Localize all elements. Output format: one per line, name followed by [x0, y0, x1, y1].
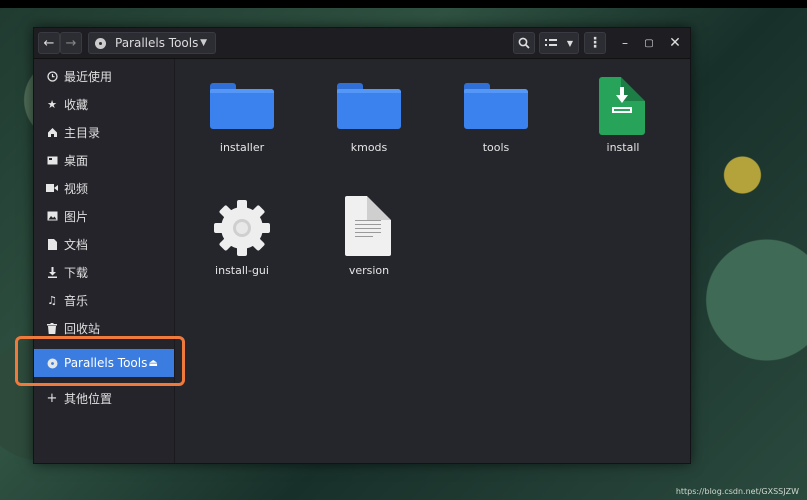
clock-icon — [46, 70, 58, 82]
home-icon — [46, 126, 58, 138]
sidebar-item-pictures[interactable]: 图片 — [34, 202, 174, 230]
file-item-install[interactable]: install — [573, 77, 673, 179]
sidebar-item-videos[interactable]: 视频 — [34, 174, 174, 202]
maximize-icon: ▢ — [644, 37, 654, 49]
sidebar-item-home[interactable]: 主目录 — [34, 118, 174, 146]
search-button[interactable] — [513, 32, 535, 54]
sidebar-item-label: 下载 — [64, 265, 89, 280]
sidebar-item-label: 文档 — [64, 237, 89, 252]
file-item-kmods[interactable]: kmods — [319, 79, 419, 179]
document-icon — [46, 238, 58, 250]
back-arrow-icon: ← — [43, 35, 55, 51]
file-item-tools[interactable]: tools — [446, 79, 546, 179]
sidebar-item-downloads[interactable]: 下载 — [34, 258, 174, 286]
file-item-install-gui[interactable]: install-gui — [192, 200, 292, 304]
file-label: install-gui — [215, 264, 269, 277]
file-label: install — [606, 141, 640, 154]
header-bar: ← → Parallels Tools ▼ ▼ ⋮ – ▢ ✕ — [34, 28, 690, 59]
path-bar-button[interactable]: Parallels Tools ▼ — [88, 32, 216, 54]
file-label: tools — [482, 141, 510, 154]
sidebar-item-label: 最近使用 — [64, 69, 113, 84]
gear-icon — [214, 200, 270, 256]
sidebar-item-desktop[interactable]: 桌面 — [34, 146, 174, 174]
maximize-button[interactable]: ▢ — [640, 32, 658, 54]
folder-icon — [210, 83, 274, 129]
more-vertical-icon: ⋮ — [588, 35, 602, 51]
annotation-highlight-box — [15, 336, 185, 386]
minimize-icon: – — [622, 36, 628, 50]
sidebar-item-label: 其他位置 — [64, 391, 113, 406]
video-icon — [46, 182, 58, 194]
desktop-icon — [46, 154, 58, 166]
close-icon: ✕ — [669, 35, 681, 51]
chevron-down-icon: ▼ — [566, 38, 574, 48]
forward-arrow-icon: → — [65, 35, 77, 51]
places-sidebar: 最近使用 ★ 收藏 主目录 桌面 视频 图片 文档 下载 ♫ 音乐 回收站 Pa… — [34, 59, 175, 463]
search-icon — [518, 37, 530, 49]
watermark-text: https://blog.csdn.net/GXSSJZW — [675, 487, 799, 496]
top-panel — [0, 0, 807, 8]
sidebar-item-recent[interactable]: 最近使用 — [34, 62, 174, 90]
sidebar-item-documents[interactable]: 文档 — [34, 230, 174, 258]
path-label: Parallels Tools — [115, 36, 199, 50]
sidebar-item-label: 图片 — [64, 209, 89, 224]
file-label: version — [348, 264, 390, 277]
folder-icon — [464, 83, 528, 129]
sidebar-item-label: 主目录 — [64, 125, 101, 140]
minimize-button[interactable]: – — [616, 32, 634, 54]
list-view-icon — [544, 39, 557, 46]
sidebar-item-label: 收藏 — [64, 97, 89, 112]
sidebar-item-starred[interactable]: ★ 收藏 — [34, 90, 174, 118]
file-item-installer[interactable]: installer — [192, 79, 292, 179]
view-options-button[interactable]: ▼ — [539, 32, 579, 54]
file-item-version[interactable]: version — [319, 196, 419, 304]
trash-icon — [46, 322, 58, 334]
sidebar-item-label: 回收站 — [64, 321, 101, 336]
file-label: installer — [219, 141, 265, 154]
file-view: installer kmods tools install install-gu… — [175, 59, 690, 463]
music-icon: ♫ — [47, 293, 57, 307]
sidebar-item-label: 音乐 — [64, 293, 89, 308]
close-button[interactable]: ✕ — [666, 32, 684, 54]
image-icon — [46, 210, 58, 222]
folder-icon — [337, 83, 401, 129]
package-install-icon — [599, 77, 645, 135]
download-icon — [46, 266, 58, 278]
disc-icon — [95, 37, 106, 49]
caret-down-icon: ▼ — [200, 38, 207, 48]
file-manager-window: ← → Parallels Tools ▼ ▼ ⋮ – ▢ ✕ 最近使用 ★ 收… — [33, 27, 691, 464]
plus-icon: + — [46, 390, 58, 406]
back-button[interactable]: ← — [38, 32, 60, 54]
forward-button[interactable]: → — [60, 32, 82, 54]
text-document-icon — [345, 196, 391, 256]
menu-button[interactable]: ⋮ — [584, 32, 606, 54]
sidebar-item-label: 视频 — [64, 181, 89, 196]
sidebar-item-other-locations[interactable]: + 其他位置 — [34, 384, 174, 412]
sidebar-item-label: 桌面 — [64, 153, 89, 168]
star-icon: ★ — [47, 97, 57, 111]
file-label: kmods — [350, 141, 388, 154]
sidebar-item-music[interactable]: ♫ 音乐 — [34, 286, 174, 314]
